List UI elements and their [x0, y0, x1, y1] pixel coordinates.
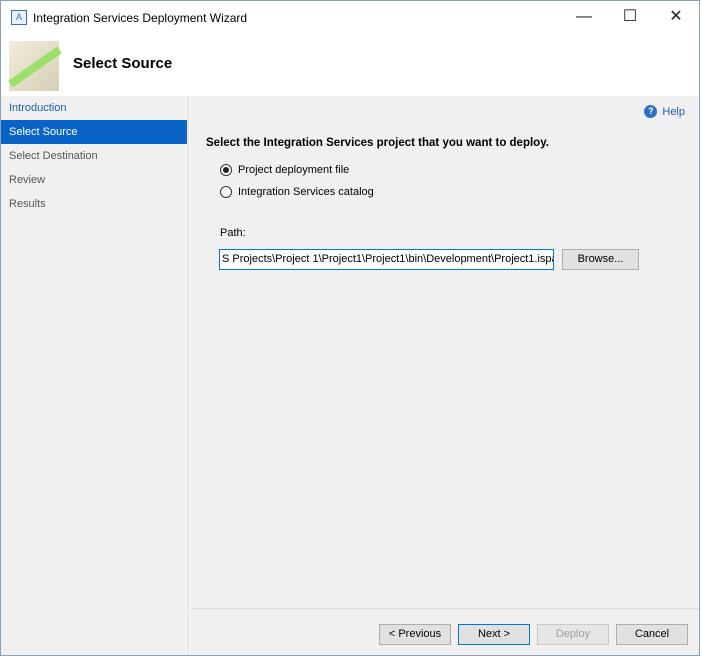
- step-select-destination: Select Destination: [9, 150, 98, 162]
- app-icon: A: [11, 10, 27, 25]
- radio-project-deployment-file[interactable]: Project deployment file: [220, 164, 349, 176]
- radio-selected-icon: [220, 164, 232, 176]
- step-review: Review: [9, 174, 46, 186]
- help-icon: ?: [644, 105, 658, 118]
- minimize-button[interactable]: —: [561, 1, 607, 33]
- deploy-button: Deploy: [537, 624, 609, 645]
- main-panel: ? Help Select the Integration Services p…: [190, 96, 699, 655]
- browse-button[interactable]: Browse...: [562, 249, 639, 270]
- help-label: Help: [662, 105, 685, 118]
- radio-label: Integration Services catalog: [238, 186, 374, 198]
- path-input[interactable]: S Projects\Project 1\Project1\Project1\b…: [219, 249, 554, 270]
- next-button[interactable]: Next >: [458, 624, 530, 645]
- cancel-button[interactable]: Cancel: [616, 624, 688, 645]
- wizard-steps: Introduction Select Source Select Destin…: [1, 96, 189, 655]
- close-button[interactable]: ✕: [653, 1, 699, 33]
- radio-integration-services-catalog[interactable]: Integration Services catalog: [220, 186, 374, 198]
- prompt-text: Select the Integration Services project …: [206, 137, 549, 149]
- wizard-window: A Integration Services Deployment Wizard…: [0, 0, 700, 656]
- radio-label: Project deployment file: [238, 164, 350, 176]
- step-select-source[interactable]: Select Source: [1, 120, 187, 144]
- maximize-button[interactable]: ☐: [607, 1, 653, 33]
- page-title: Select Source: [73, 55, 173, 72]
- title-bar: A Integration Services Deployment Wizard…: [1, 1, 699, 33]
- step-results: Results: [9, 198, 46, 210]
- wizard-graphic-icon: [9, 41, 59, 91]
- path-label: Path:: [220, 227, 246, 239]
- window-title: Integration Services Deployment Wizard: [33, 11, 248, 25]
- previous-button[interactable]: < Previous: [379, 624, 451, 645]
- step-introduction[interactable]: Introduction: [1, 96, 188, 120]
- help-link[interactable]: ? Help: [644, 105, 685, 118]
- wizard-header: Select Source: [1, 33, 699, 96]
- radio-unselected-icon: [220, 186, 232, 198]
- footer: < Previous Next > Deploy Cancel: [190, 608, 699, 655]
